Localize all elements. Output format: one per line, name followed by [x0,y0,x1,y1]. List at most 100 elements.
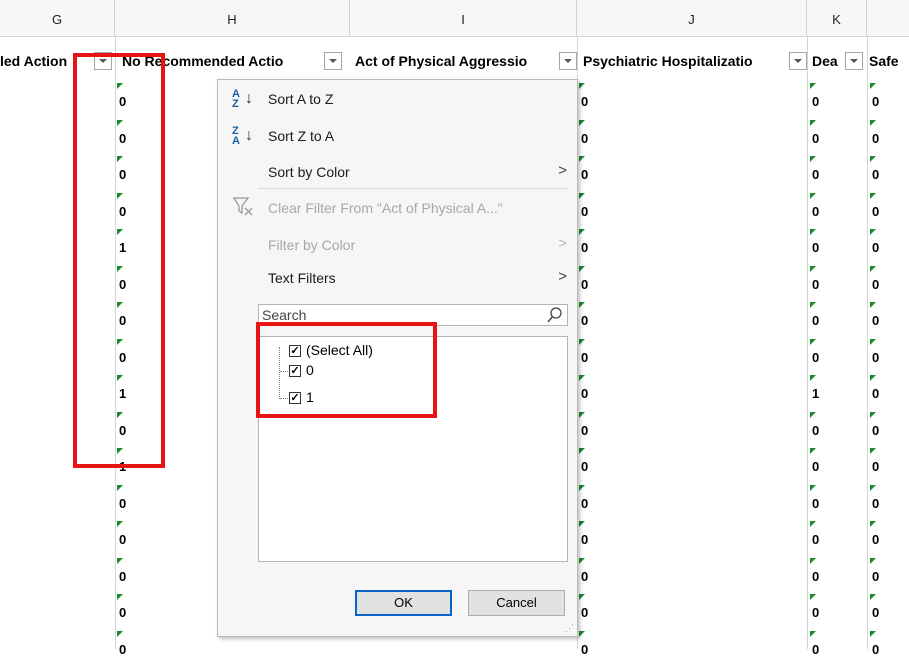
column-letter-label: I [461,12,465,27]
column-letter-g[interactable]: G [0,0,115,36]
cell-g[interactable]: 0 [119,605,126,620]
comment-indicator-icon [810,448,816,454]
comment-indicator-icon [870,375,876,381]
cell-k[interactable]: 1 [812,386,819,401]
cell-k[interactable]: 0 [812,496,819,511]
cell-l[interactable]: 0 [872,605,879,620]
column-letter-label: J [688,12,695,27]
cell-l[interactable]: 0 [872,350,879,365]
menu-clear-filter[interactable]: Clear Filter From "Act of Physical A..." [268,200,503,216]
comment-indicator-icon [870,302,876,308]
column-letter-k[interactable]: K [807,0,867,36]
cell-l[interactable]: 0 [872,642,879,657]
cell-k[interactable]: 0 [812,569,819,584]
cell-l[interactable]: 0 [872,459,879,474]
cell-k[interactable]: 0 [812,240,819,255]
menu-sort-by-color[interactable]: Sort by Color [268,164,350,180]
cell-k[interactable]: 0 [812,642,819,657]
cell-k[interactable]: 0 [812,94,819,109]
cell-j[interactable]: 0 [581,496,588,511]
search-placeholder: Search [262,307,307,323]
comment-indicator-icon [579,412,585,418]
menu-sort-za[interactable]: Sort Z to A [268,128,334,144]
cell-k[interactable]: 0 [812,277,819,292]
cell-g[interactable]: 0 [119,569,126,584]
filter-dropdown-k[interactable] [845,52,863,70]
cell-l[interactable]: 0 [872,386,879,401]
cell-j[interactable]: 0 [581,240,588,255]
column-letter-h[interactable]: H [115,0,350,36]
cell-k[interactable]: 0 [812,605,819,620]
cell-l[interactable]: 0 [872,496,879,511]
cell-j[interactable]: 0 [581,569,588,584]
menu-filter-by-color[interactable]: Filter by Color [268,237,355,253]
comment-indicator-icon [870,485,876,491]
cell-j[interactable]: 0 [581,605,588,620]
cell-l[interactable]: 0 [872,131,879,146]
header-i: Act of Physical Aggressio [355,53,528,69]
column-letter-i[interactable]: I [350,0,577,36]
comment-indicator-icon [579,120,585,126]
comment-indicator-icon [579,83,585,89]
cell-j[interactable]: 0 [581,94,588,109]
comment-indicator-icon [579,339,585,345]
comment-indicator-icon [870,448,876,454]
resize-grip-icon[interactable]: ⋰ [565,623,574,634]
comment-indicator-icon [117,594,123,600]
comment-indicator-icon [870,412,876,418]
cell-l[interactable]: 0 [872,569,879,584]
comment-indicator-icon [810,229,816,235]
sort-arrow-icon: ↓ [245,90,253,107]
cell-l[interactable]: 0 [872,423,879,438]
cell-l[interactable]: 0 [872,532,879,547]
cell-j[interactable]: 0 [581,313,588,328]
comment-indicator-icon [579,302,585,308]
cell-j[interactable]: 0 [581,386,588,401]
cell-g[interactable]: 0 [119,532,126,547]
comment-indicator-icon [117,631,123,637]
cell-k[interactable]: 0 [812,313,819,328]
cell-j[interactable]: 0 [581,131,588,146]
cell-l[interactable]: 0 [872,204,879,219]
cell-k[interactable]: 0 [812,459,819,474]
comment-indicator-icon [870,631,876,637]
column-letter-label: K [832,12,841,27]
cell-j[interactable]: 0 [581,167,588,182]
cell-j[interactable]: 0 [581,204,588,219]
cell-l[interactable]: 0 [872,94,879,109]
cell-j[interactable]: 0 [581,423,588,438]
cell-l[interactable]: 0 [872,240,879,255]
comment-indicator-icon [579,631,585,637]
cell-k[interactable]: 0 [812,131,819,146]
cell-l[interactable]: 0 [872,313,879,328]
filter-dropdown-h[interactable] [324,52,342,70]
comment-indicator-icon [870,120,876,126]
highlight-box-column [73,53,165,468]
cell-k[interactable]: 0 [812,532,819,547]
filter-dropdown-j[interactable] [789,52,807,70]
menu-sort-az[interactable]: Sort A to Z [268,91,333,107]
ok-button[interactable]: OK [355,590,452,616]
cell-k[interactable]: 0 [812,423,819,438]
cell-j[interactable]: 0 [581,642,588,657]
comment-indicator-icon [810,156,816,162]
cancel-button[interactable]: Cancel [468,590,565,616]
cell-l[interactable]: 0 [872,167,879,182]
menu-text-filters[interactable]: Text Filters [268,270,336,286]
chevron-right-icon: > [558,162,567,179]
comment-indicator-icon [810,558,816,564]
cell-j[interactable]: 0 [581,277,588,292]
cell-j[interactable]: 0 [581,459,588,474]
filter-dropdown-i[interactable] [559,52,577,70]
cell-j[interactable]: 0 [581,532,588,547]
cell-g[interactable]: 0 [119,642,126,657]
cell-l[interactable]: 0 [872,277,879,292]
cell-k[interactable]: 0 [812,204,819,219]
column-letter-j[interactable]: J [577,0,807,36]
cell-k[interactable]: 0 [812,350,819,365]
cell-g[interactable]: 0 [119,496,126,511]
cell-j[interactable]: 0 [581,350,588,365]
comment-indicator-icon [870,83,876,89]
cell-k[interactable]: 0 [812,167,819,182]
comment-indicator-icon [870,156,876,162]
